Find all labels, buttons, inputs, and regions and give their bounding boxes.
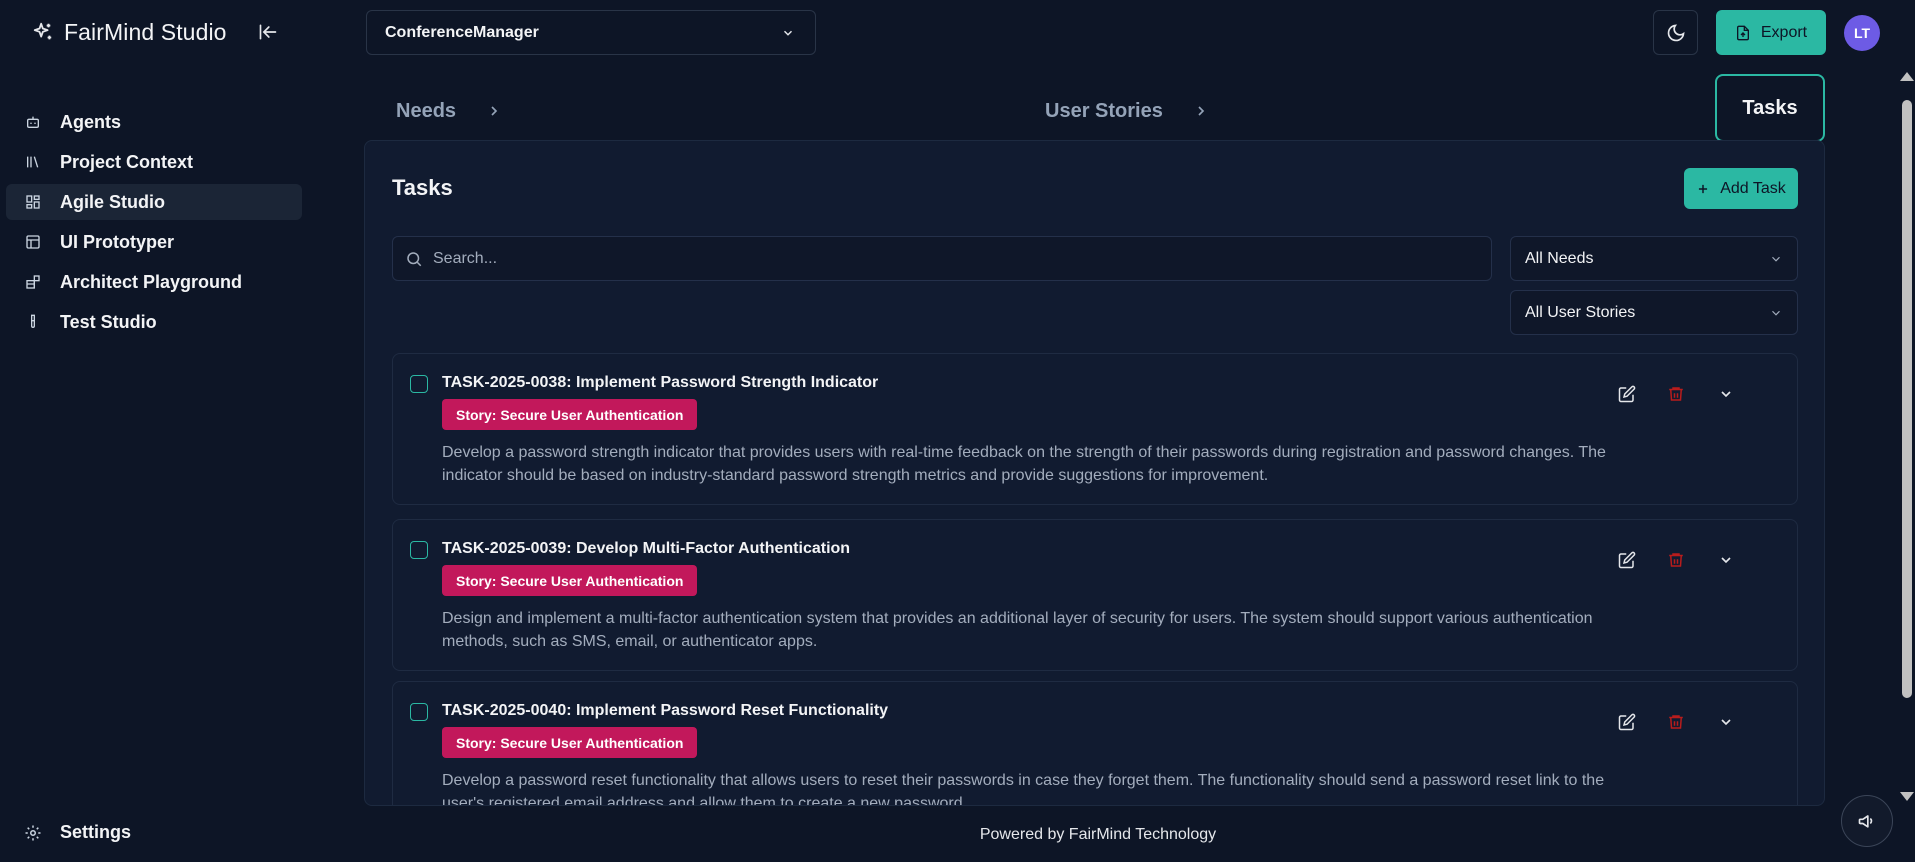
step-user-stories[interactable]: User Stories (1045, 96, 1209, 126)
delete-button[interactable] (1664, 382, 1688, 406)
grid-icon (24, 193, 42, 211)
sidebar-item-label: Project Context (60, 151, 194, 172)
task-title: TASK-2025-0039: Develop Multi-Factor Aut… (442, 540, 851, 557)
moon-icon (1666, 23, 1686, 43)
step-label: User Stories (1045, 99, 1163, 122)
export-button[interactable]: Export (1716, 10, 1826, 55)
footer-text: Powered by FairMind Technology (979, 826, 1217, 843)
chevron-down-icon (1718, 714, 1734, 730)
task-card: TASK-2025-0039: Develop Multi-Factor Aut… (392, 519, 1798, 671)
collapse-icon (258, 22, 278, 42)
bot-icon (24, 113, 42, 131)
sidebar-item-project-context[interactable]: Project Context (6, 144, 302, 180)
edit-button[interactable] (1615, 710, 1639, 734)
scrollbar-thumb[interactable] (1902, 100, 1912, 698)
layout-icon (24, 233, 42, 251)
sidebar-item-label: Test Studio (60, 311, 157, 332)
theme-toggle-button[interactable] (1653, 10, 1698, 55)
sparkles-icon (32, 21, 54, 43)
edit-icon (1618, 713, 1636, 731)
feedback-button[interactable] (1841, 795, 1893, 847)
add-task-button[interactable]: Add Task (1684, 168, 1798, 209)
task-checkbox[interactable] (410, 375, 428, 393)
user-stories-filter[interactable]: All User Stories (1510, 290, 1798, 335)
chevron-down-icon (1769, 252, 1783, 266)
app-title: FairMind Studio (64, 18, 227, 45)
chevron-down-icon (1769, 306, 1783, 320)
task-checkbox[interactable] (410, 541, 428, 559)
step-label: Tasks (1742, 96, 1798, 119)
needs-filter[interactable]: All Needs (1510, 236, 1798, 281)
search-input[interactable] (433, 249, 1491, 268)
expand-button[interactable] (1714, 548, 1738, 572)
task-title: TASK-2025-0040: Implement Password Reset… (442, 702, 889, 719)
step-needs[interactable]: Needs (396, 96, 502, 126)
task-checkbox[interactable] (410, 703, 428, 721)
sidebar-item-label: Architect Playground (60, 271, 243, 292)
expand-button[interactable] (1714, 710, 1738, 734)
step-label: Needs (396, 99, 457, 122)
sidebar-item-architect-playground[interactable]: Architect Playground (6, 264, 302, 300)
delete-button[interactable] (1664, 710, 1688, 734)
chevron-right-icon (486, 103, 502, 119)
trash-icon (1667, 385, 1685, 403)
chevron-down-icon (1718, 386, 1734, 402)
chevron-down-icon (781, 26, 795, 40)
edit-button[interactable] (1615, 382, 1639, 406)
megaphone-icon (1857, 811, 1877, 831)
sidebar-item-label: Agents (60, 111, 122, 132)
user-stories-filter-value: All User Stories (1525, 303, 1636, 321)
trash-icon (1667, 713, 1685, 731)
library-icon (24, 153, 42, 171)
sidebar-nav: Agents Project Context Agile Studio UI P… (6, 104, 302, 344)
story-badge: Story: Secure User Authentication (442, 565, 698, 596)
sidebar-item-label: Agile Studio (60, 191, 165, 212)
task-description: Develop a password reset functionality t… (442, 772, 1605, 806)
panel-title: Tasks (392, 175, 453, 200)
test-tube-icon (24, 313, 42, 331)
plus-icon (1696, 182, 1710, 196)
edit-button[interactable] (1615, 548, 1639, 572)
sidebar-item-agents[interactable]: Agents (6, 104, 302, 140)
task-card: TASK-2025-0040: Implement Password Reset… (392, 681, 1798, 806)
sidebar-item-ui-prototyper[interactable]: UI Prototyper (6, 224, 302, 260)
edit-icon (1618, 385, 1636, 403)
trash-icon (1667, 551, 1685, 569)
story-badge: Story: Secure User Authentication (442, 399, 698, 430)
task-description: Design and implement a multi-factor auth… (442, 610, 1593, 650)
sidebar-item-test-studio[interactable]: Test Studio (6, 304, 302, 340)
avatar[interactable]: LT (1844, 15, 1880, 51)
collapse-sidebar-button[interactable] (254, 18, 282, 46)
story-badge: Story: Secure User Authentication (442, 727, 698, 758)
expand-button[interactable] (1714, 382, 1738, 406)
task-card: TASK-2025-0038: Implement Password Stren… (392, 353, 1798, 505)
search-field (392, 236, 1492, 281)
file-export-icon (1735, 25, 1751, 41)
task-description: Develop a password strength indicator th… (442, 444, 1606, 484)
sidebar-item-agile-studio[interactable]: Agile Studio (6, 184, 302, 220)
add-task-label: Add Task (1720, 179, 1786, 197)
needs-filter-value: All Needs (1525, 249, 1594, 267)
blocks-icon (24, 273, 42, 291)
scroll-down-arrow[interactable] (1900, 792, 1914, 801)
step-tasks[interactable]: Tasks (1715, 74, 1825, 142)
brand: FairMind Studio (32, 14, 227, 50)
project-select-value: ConferenceManager (385, 23, 539, 41)
project-select[interactable]: ConferenceManager (366, 10, 816, 55)
scroll-up-arrow[interactable] (1900, 72, 1914, 81)
delete-button[interactable] (1664, 548, 1688, 572)
sidebar-item-label: UI Prototyper (60, 231, 175, 252)
chevron-right-icon (1193, 103, 1209, 119)
search-icon (405, 250, 423, 268)
edit-icon (1618, 551, 1636, 569)
export-label: Export (1760, 23, 1808, 41)
task-title: TASK-2025-0038: Implement Password Stren… (442, 374, 879, 391)
tasks-panel: Tasks Add Task All Needs All User Storie… (364, 140, 1825, 806)
chevron-down-icon (1718, 552, 1734, 568)
